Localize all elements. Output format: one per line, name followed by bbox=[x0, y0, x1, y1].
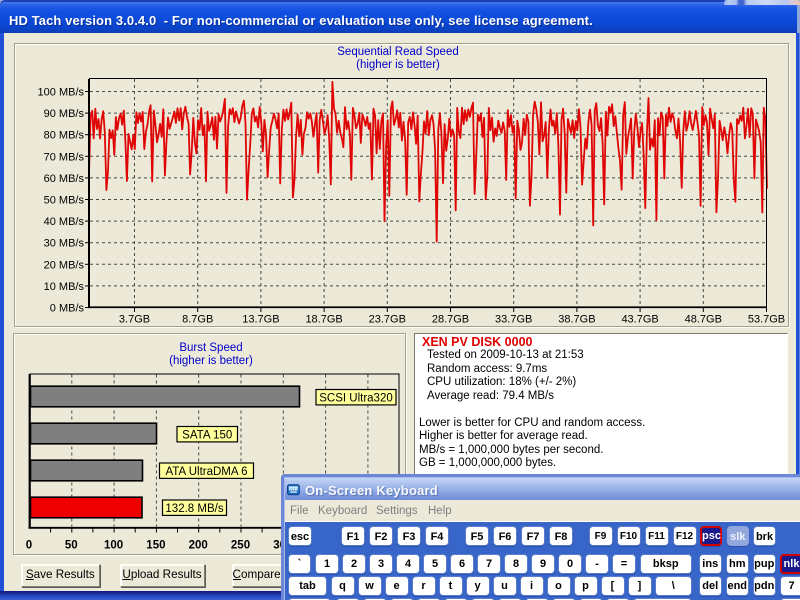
svg-text:43.7GB: 43.7GB bbox=[621, 314, 658, 326]
svg-text:SATA 150: SATA 150 bbox=[182, 429, 232, 441]
svg-text:ATA UltraDMA 6: ATA UltraDMA 6 bbox=[165, 466, 247, 478]
svg-text:33.7GB: 33.7GB bbox=[495, 314, 532, 326]
svg-text:50: 50 bbox=[65, 540, 78, 552]
svg-text:28.7GB: 28.7GB bbox=[432, 314, 469, 326]
svg-text:100: 100 bbox=[104, 540, 123, 552]
svg-text:38.7GB: 38.7GB bbox=[558, 314, 595, 326]
svg-text:SCSI Ultra320: SCSI Ultra320 bbox=[319, 392, 393, 404]
svg-text:250: 250 bbox=[231, 540, 250, 552]
svg-text:48.7GB: 48.7GB bbox=[685, 314, 722, 326]
svg-text:0: 0 bbox=[26, 540, 32, 552]
svg-text:200: 200 bbox=[189, 540, 208, 552]
svg-text:53.7GB: 53.7GB bbox=[748, 314, 785, 326]
svg-text:150: 150 bbox=[146, 540, 165, 552]
svg-text:132.8 MB/s: 132.8 MB/s bbox=[165, 503, 223, 515]
